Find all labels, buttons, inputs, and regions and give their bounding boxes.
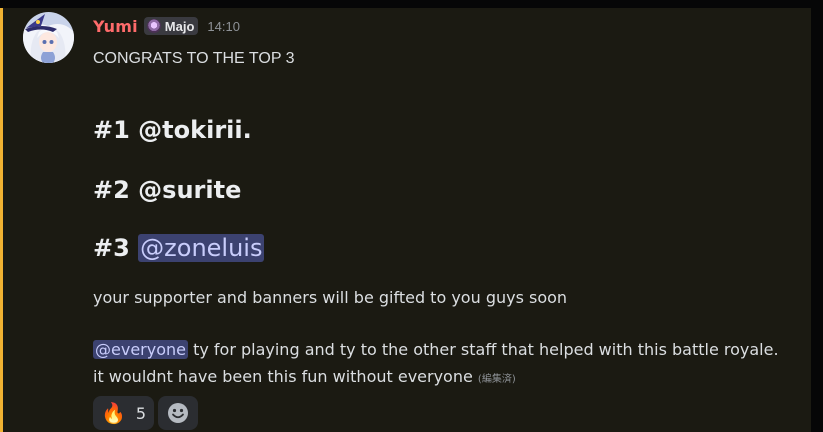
message-content: CONGRATS TO THE TOP 3 #1 @tokirii. #2 @s… xyxy=(93,48,798,386)
scrollbar-track[interactable] xyxy=(811,0,823,432)
message-timestamp[interactable]: 14:10 xyxy=(207,19,240,34)
rank-1-prefix: #1 xyxy=(93,116,139,144)
rank-1-line: #1 @tokirii. xyxy=(93,116,252,144)
rank-2-name: @surite xyxy=(138,176,242,204)
role-tag[interactable]: Majo xyxy=(143,17,199,35)
smiley-face-icon xyxy=(168,403,189,423)
rank-3-line: #3 @zoneluis xyxy=(93,234,265,262)
everyone-mention[interactable]: @everyone xyxy=(93,340,188,359)
closing-text: it wouldnt have been this fun without ev… xyxy=(93,367,478,386)
edited-label: (編集済) xyxy=(477,374,516,385)
username[interactable]: Yumi xyxy=(93,17,138,36)
reaction-fire[interactable]: 🔥 5 xyxy=(93,396,155,430)
rank-3-mention[interactable]: @zoneluis xyxy=(138,234,265,262)
closing-line: it wouldnt have been this fun without ev… xyxy=(93,366,516,391)
reactions-bar: 🔥 5 xyxy=(93,396,199,430)
add-reaction-button[interactable] xyxy=(158,396,199,430)
announcement-heading: CONGRATS TO THE TOP 3 xyxy=(93,50,295,67)
highlighted-message[interactable]: Yumi Majo 14:10 CONGRATS TO THE TOP 3 #1… xyxy=(0,8,811,432)
fire-icon: 🔥 xyxy=(101,401,126,425)
rank-2-prefix: #2 xyxy=(93,176,139,204)
reaction-count: 5 xyxy=(135,403,147,423)
thanks-text: ty for playing and ty to the other staff… xyxy=(187,340,779,359)
rank-3-prefix: #3 xyxy=(93,234,139,262)
majo-role-icon xyxy=(146,19,161,33)
supporter-text: your supporter and banners will be gifte… xyxy=(93,288,568,307)
rank-2-line: #2 @surite xyxy=(93,176,241,204)
message-header: Yumi Majo 14:10 xyxy=(93,16,240,36)
thanks-line: @everyone ty for playing and ty to the o… xyxy=(93,339,779,361)
role-tag-label: Majo xyxy=(164,18,195,34)
user-avatar[interactable] xyxy=(23,12,74,63)
rank-1-name: @tokirii. xyxy=(138,116,252,144)
